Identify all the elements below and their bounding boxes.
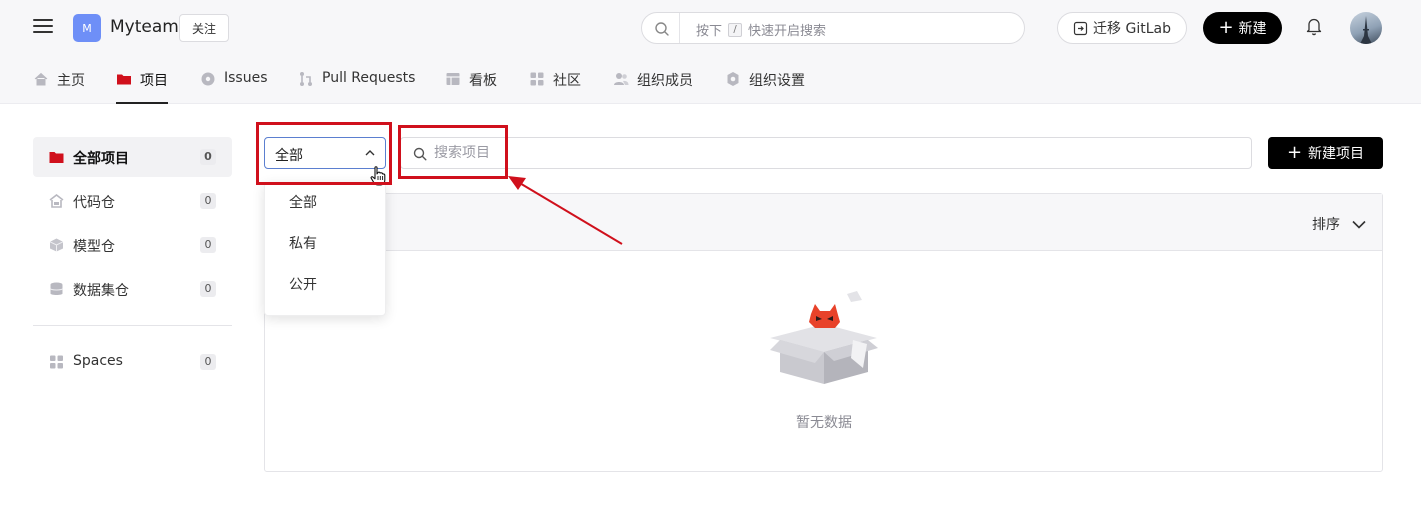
tab-issues[interactable]: Issues: [200, 70, 268, 104]
visibility-filter-dropdown: 全部 私有 公开: [264, 182, 386, 316]
search-hint-suffix: 快速开启搜索: [748, 24, 827, 39]
database-icon: [50, 282, 63, 295]
tab-label: 看板: [469, 73, 497, 89]
spaces-grid-icon: [50, 355, 63, 369]
sidebar-item-dataset-repo[interactable]: 数据集仓 0: [33, 269, 232, 309]
tab-community[interactable]: 社区: [529, 70, 581, 104]
folder-icon: [49, 152, 64, 163]
sidebar-item-label: 数据集仓: [73, 283, 129, 299]
team-avatar[interactable]: M: [73, 14, 101, 42]
new-label: 新建: [1238, 21, 1267, 37]
migrate-gitlab-label: 迁移 GitLab: [1093, 21, 1171, 37]
tab-label: 主页: [57, 73, 85, 89]
tab-label: Pull Requests: [322, 70, 416, 86]
board-icon: [446, 73, 460, 85]
menu-icon[interactable]: [33, 16, 55, 38]
migrate-gitlab-button[interactable]: 迁移 GitLab: [1057, 12, 1187, 44]
search-hint: 按下 / 快速开启搜索: [696, 20, 826, 39]
sidebar-item-label: Spaces: [73, 353, 123, 369]
sidebar-item-model-repo[interactable]: 模型仓 0: [33, 225, 232, 265]
community-icon: [530, 72, 544, 86]
count-badge: 0: [200, 354, 216, 370]
tower-icon: [1360, 16, 1372, 44]
search-icon: [655, 22, 669, 36]
project-search-input[interactable]: [434, 143, 1234, 163]
plus-icon: +: [1286, 142, 1303, 163]
count-badge: 0: [200, 237, 216, 253]
tab-label: 社区: [553, 73, 581, 89]
user-avatar[interactable]: [1350, 12, 1382, 44]
list-header: 排序: [265, 194, 1382, 251]
sidebar-item-label: 代码仓: [73, 195, 115, 211]
count-badge: 0: [200, 193, 216, 209]
project-search[interactable]: [400, 137, 1252, 169]
tab-home[interactable]: 主页: [33, 70, 85, 104]
tab-projects[interactable]: 项目: [116, 70, 168, 104]
settings-icon: [727, 72, 739, 86]
pull-request-icon: [300, 72, 312, 86]
search-hint-prefix: 按下: [696, 24, 723, 39]
tab-label: Issues: [224, 70, 268, 86]
global-search[interactable]: 按下 / 快速开启搜索: [641, 12, 1025, 44]
tab-settings[interactable]: 组织设置: [725, 70, 805, 104]
sidebar-item-all-projects[interactable]: 全部项目 0: [33, 137, 232, 177]
dropdown-option-public[interactable]: 公开: [265, 265, 385, 305]
bell-icon[interactable]: [1305, 16, 1323, 36]
new-project-button[interactable]: + 新建项目: [1268, 137, 1383, 169]
sidebar-item-spaces[interactable]: Spaces 0: [33, 342, 232, 382]
follow-button[interactable]: 关注: [179, 14, 229, 42]
tab-label: 项目: [140, 73, 168, 89]
sidebar-item-code-repo[interactable]: 代码仓 0: [33, 181, 232, 221]
highlight-box-search: [398, 125, 508, 179]
highlight-box-filter: [256, 122, 392, 185]
team-name[interactable]: Myteam: [110, 17, 179, 37]
shortcut-key: /: [728, 22, 743, 37]
sidebar-item-label: 全部项目: [73, 151, 129, 167]
tab-board[interactable]: 看板: [445, 70, 497, 104]
sidebar-divider: [33, 325, 232, 326]
import-icon: [1073, 21, 1088, 35]
tab-label: 组织设置: [749, 73, 805, 89]
home-icon: [34, 72, 48, 86]
empty-state-text: 暂无数据: [796, 415, 852, 431]
members-icon: [614, 73, 629, 85]
issues-icon: [201, 72, 215, 86]
sort-label: 排序: [1312, 217, 1340, 233]
plus-icon: +: [1218, 17, 1234, 38]
new-button[interactable]: + 新建: [1203, 12, 1282, 44]
tab-label: 组织成员: [637, 73, 693, 89]
arrow-icon: [508, 176, 623, 245]
dropdown-option-all[interactable]: 全部: [265, 183, 385, 223]
sidebar-item-label: 模型仓: [73, 239, 115, 255]
sort-dropdown[interactable]: 排序: [1312, 214, 1366, 234]
count-badge: 0: [200, 149, 216, 165]
code-repo-icon: [49, 194, 64, 208]
folder-icon: [117, 74, 131, 85]
model-cube-icon: [49, 238, 64, 252]
tab-pull-requests[interactable]: Pull Requests: [298, 70, 415, 104]
new-project-label: 新建项目: [1308, 146, 1365, 162]
chevron-down-icon: [1352, 220, 1366, 229]
empty-box-icon: [770, 291, 878, 384]
count-badge: 0: [200, 281, 216, 297]
tab-members[interactable]: 组织成员: [613, 70, 693, 104]
search-divider: [679, 13, 680, 43]
dropdown-option-private[interactable]: 私有: [265, 224, 385, 264]
